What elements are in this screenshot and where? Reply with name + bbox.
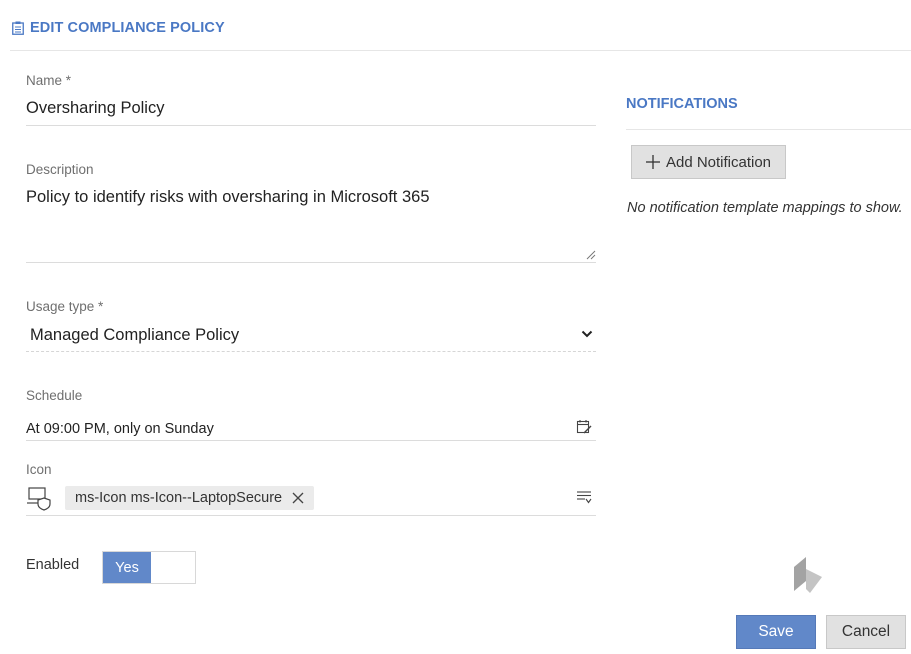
- icon-chip: ms-Icon ms-Icon--LaptopSecure: [65, 486, 315, 510]
- description-label: Description: [26, 162, 94, 177]
- resize-grip-icon[interactable]: [586, 250, 596, 260]
- schedule-label: Schedule: [26, 388, 83, 403]
- chevron-down-icon[interactable]: [581, 329, 593, 339]
- name-input[interactable]: Oversharing Policy: [26, 99, 164, 118]
- filter-list-icon[interactable]: [576, 489, 592, 505]
- icon-label: Icon: [26, 462, 52, 477]
- toggle-yes-label: Yes: [103, 552, 151, 583]
- usage-type-select[interactable]: Managed Compliance Policy: [30, 326, 239, 345]
- plus-icon: [645, 155, 660, 169]
- page-title: EDIT COMPLIANCE POLICY: [30, 20, 225, 36]
- calendar-edit-icon[interactable]: [576, 419, 592, 435]
- close-icon[interactable]: [292, 492, 304, 504]
- page-header: EDIT COMPLIANCE POLICY: [12, 18, 225, 38]
- cancel-button[interactable]: Cancel: [826, 615, 906, 649]
- usage-type-label: Usage type *: [26, 299, 104, 314]
- notifications-divider: [626, 129, 911, 130]
- enabled-label: Enabled: [26, 557, 80, 573]
- add-notification-button[interactable]: Add Notification: [631, 145, 786, 179]
- enabled-toggle[interactable]: Yes: [102, 551, 196, 584]
- name-label: Name *: [26, 73, 72, 88]
- ribbon-icon: [794, 557, 822, 593]
- description-underline: [26, 262, 596, 263]
- name-underline: [26, 125, 596, 126]
- clipboard-icon: [12, 21, 24, 35]
- notifications-title: NOTIFICATIONS: [626, 96, 738, 112]
- icon-underline: [26, 515, 596, 516]
- schedule-underline: [26, 440, 596, 441]
- no-notifications-text: No notification template mappings to sho…: [627, 200, 903, 216]
- description-textarea[interactable]: Policy to identify risks with oversharin…: [26, 188, 430, 207]
- save-button[interactable]: Save: [736, 615, 816, 649]
- schedule-value[interactable]: At 09:00 PM, only on Sunday: [26, 421, 214, 437]
- icon-chip-label: ms-Icon ms-Icon--LaptopSecure: [75, 490, 283, 506]
- usage-type-underline: [26, 351, 596, 352]
- laptop-secure-icon: [27, 487, 51, 511]
- add-notification-label: Add Notification: [665, 153, 772, 171]
- header-divider: [10, 50, 911, 51]
